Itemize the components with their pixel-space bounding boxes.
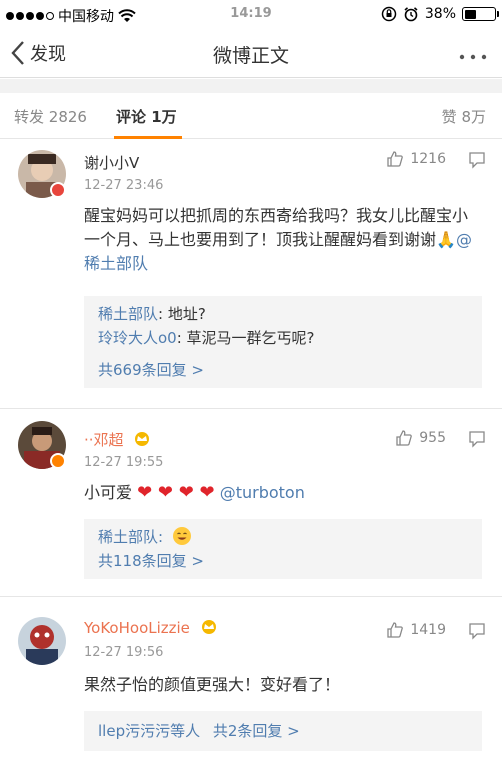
- tab-repost[interactable]: 转发 2826: [14, 106, 87, 127]
- like-button[interactable]: 1419: [386, 621, 446, 639]
- comment-text: 果然子怡的颜值更强大！变好看了！: [84, 675, 341, 694]
- reply-username[interactable]: 稀土部队: [98, 528, 158, 546]
- reply-line: 玲玲大人o0: 草泥马一群乞丐呢?: [98, 326, 468, 350]
- reply-username[interactable]: 玲玲大人o0: [98, 329, 177, 347]
- tab-likes-label: 赞: [441, 108, 457, 126]
- reply-icon[interactable]: [468, 430, 486, 448]
- thumbs-up-icon: [387, 622, 404, 638]
- battery-percent: 38%: [424, 6, 456, 22]
- comment-text: 醒宝妈妈可以把抓周的东西寄给我吗？我女儿比醒宝小一个月、马上也要用到了！顶我让醒…: [84, 204, 480, 276]
- avatar[interactable]: [18, 617, 66, 665]
- like-count: 955: [419, 430, 446, 446]
- active-tab-indicator: [114, 136, 182, 139]
- tab-comments-label: 评论: [116, 108, 147, 126]
- reply-preview-box[interactable]: 稀土部队: 地址? 玲玲大人o0: 草泥马一群乞丐呢? 共669条回复 >: [84, 296, 482, 388]
- orientation-lock-icon: [381, 6, 397, 22]
- comment-username[interactable]: YoKoHooLizzie: [84, 619, 220, 637]
- comment-item: ··邓超 12-27 19:55 955 小可爱 ❤ ❤ ❤ ❤ @turbot…: [0, 409, 502, 599]
- comment-item: YoKoHooLizzie 12-27 19:56 1419 果然子怡的颜值更强…: [0, 597, 502, 764]
- comment-body: 小可爱: [84, 483, 133, 502]
- vip-crown-icon: [135, 432, 150, 446]
- status-right: 38%: [381, 6, 499, 22]
- comment-text: 小可爱 ❤ ❤ ❤ ❤ @turboton: [84, 481, 480, 505]
- more-replies-link[interactable]: 共669条回复 >: [98, 358, 468, 382]
- smile-emoji-icon: [172, 527, 191, 545]
- comment-time: 12-27 19:56: [84, 645, 164, 660]
- tab-likes-count: 8万: [461, 108, 486, 126]
- tab-bar: 转发 2826 评论 1万 赞 8万: [0, 93, 502, 139]
- reply-preview-box[interactable]: 稀土部队: 共118条回复 >: [84, 519, 482, 579]
- battery-icon: [462, 7, 499, 21]
- comment-username-text: YoKoHooLizzie: [84, 619, 190, 637]
- comment-username[interactable]: ··邓超: [84, 429, 153, 450]
- tab-comments-count: 1万: [151, 108, 177, 126]
- reply-icon[interactable]: [468, 622, 486, 640]
- reply-users-summary[interactable]: llep污污污等人: [98, 722, 200, 740]
- like-count: 1419: [410, 622, 446, 638]
- mention-link[interactable]: @turboton: [220, 483, 305, 502]
- tab-repost-label: 转发: [14, 108, 45, 126]
- alarm-icon: [404, 7, 418, 22]
- verified-badge-icon: [50, 182, 66, 198]
- heart-emoji: ❤ ❤ ❤ ❤: [137, 482, 215, 503]
- reply-line: 稀土部队: 地址?: [98, 302, 468, 326]
- more-replies-link[interactable]: 共118条回复 >: [98, 549, 468, 573]
- tab-likes[interactable]: 赞 8万: [442, 106, 486, 127]
- reply-text: : 草泥马一群乞丐呢?: [176, 329, 315, 347]
- nav-bar: 发现 微博正文: [0, 30, 502, 78]
- tab-repost-count: 2826: [48, 108, 87, 126]
- reply-username[interactable]: 稀土部队: [98, 305, 158, 323]
- like-count: 1216: [410, 151, 446, 167]
- battery-fill: [464, 9, 476, 19]
- comment-username-text: ··邓超: [84, 431, 124, 449]
- comment-time: 12-27 23:46: [84, 178, 164, 193]
- reply-text: : 地址?: [158, 305, 206, 323]
- more-replies-link[interactable]: 共2条回复 >: [213, 722, 300, 740]
- comment-username[interactable]: 谢小小V: [84, 152, 139, 173]
- reply-icon[interactable]: [468, 151, 486, 169]
- comment-body: 醒宝妈妈可以把抓周的东西寄给我吗？我女儿比醒宝小一个月、马上也要用到了！顶我让醒…: [84, 206, 469, 249]
- reply-preview-box[interactable]: llep污污污等人 共2条回复 >: [84, 711, 482, 751]
- reply-text: :: [158, 528, 164, 546]
- status-bar: 中国移动 14:19 38%: [0, 0, 502, 30]
- thumbs-up-icon: [396, 430, 413, 446]
- thumbs-up-icon: [387, 151, 404, 167]
- more-options-icon[interactable]: [458, 42, 488, 66]
- reply-line: 稀土部队:: [98, 525, 468, 549]
- comment-item: 谢小小V 12-27 23:46 1216 醒宝妈妈可以把抓周的东西寄给我吗？我…: [0, 140, 502, 420]
- page-title: 微博正文: [212, 45, 289, 67]
- vip-crown-icon: [201, 620, 216, 634]
- verified-badge-icon: [50, 453, 66, 469]
- comment-time: 12-27 19:55: [84, 455, 164, 470]
- like-button[interactable]: 955: [395, 429, 446, 447]
- like-button[interactable]: 1216: [386, 150, 446, 168]
- section-gap: [0, 79, 502, 93]
- tab-comments[interactable]: 评论 1万: [116, 106, 177, 127]
